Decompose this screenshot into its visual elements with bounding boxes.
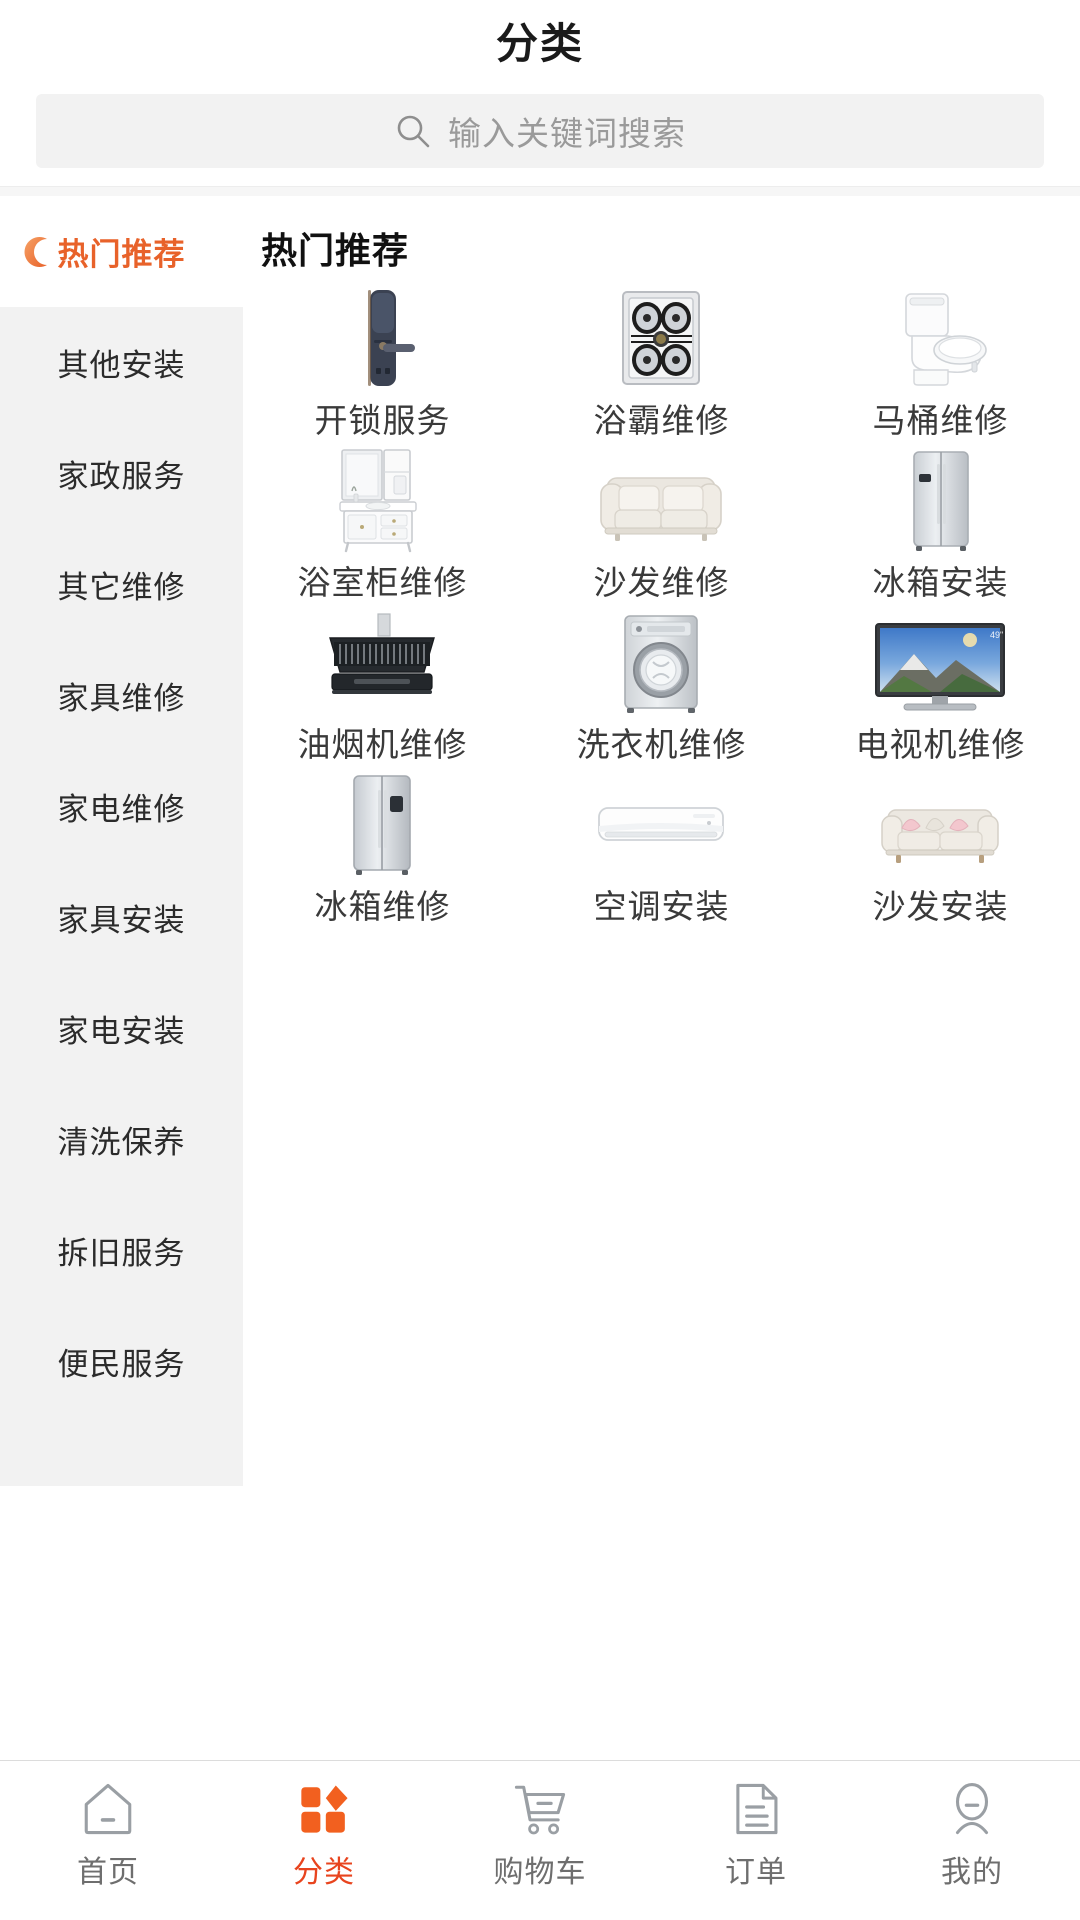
service-cell[interactable]: 冰箱维修: [243, 770, 522, 932]
sidebar-item-label: 清洗保养: [57, 1125, 186, 1160]
sidebar-item-label: 家具维修: [57, 681, 186, 716]
service-label: 浴室柜维修: [297, 564, 468, 601]
sidebar-item-label: 家政服务: [57, 459, 186, 494]
sofa-pillow-icon: [840, 770, 1040, 878]
toilet-icon: [840, 284, 1040, 392]
app-root: 分类 输入关键词搜索 热门推荐 其他安装 家政服务 其它维修 家具维修 家电维修…: [0, 0, 1080, 1920]
washing-machine-icon: [561, 608, 761, 716]
sofa-icon: [561, 446, 761, 554]
crescent-moon-icon: [22, 235, 56, 269]
grid-category-icon: [292, 1777, 356, 1841]
sidebar-item-furniture-repair[interactable]: 家具维修: [0, 640, 243, 751]
tab-label: 购物车: [493, 1856, 587, 1889]
service-cell[interactable]: 沙发安装: [801, 770, 1080, 932]
sidebar-item-appliance-install[interactable]: 家电安装: [0, 973, 243, 1084]
sidebar-item-hot[interactable]: 热门推荐: [0, 196, 243, 307]
sidebar-item-label: 热门推荐: [57, 237, 186, 272]
sidebar-item-label: 家电维修: [57, 792, 186, 827]
service-cell[interactable]: 49" 电视机维修: [801, 608, 1080, 770]
service-label: 冰箱维修: [314, 888, 451, 925]
sidebar-item-appliance-repair[interactable]: 家电维修: [0, 751, 243, 862]
user-profile-icon: [940, 1777, 1004, 1841]
service-label: 沙发维修: [593, 564, 730, 601]
tab-profile[interactable]: 我的: [864, 1761, 1080, 1891]
sidebar-item-label: 家电安装: [57, 1014, 186, 1049]
service-cell[interactable]: 沙发维修: [522, 446, 801, 608]
sidebar-item-dismantle-service[interactable]: 拆旧服务: [0, 1195, 243, 1306]
header-divider: [0, 186, 1080, 196]
sidebar-item-label: 便民服务: [57, 1347, 186, 1382]
search-placeholder-text: 输入关键词搜索: [448, 115, 686, 152]
search-icon: [394, 112, 432, 150]
service-cell[interactable]: 马桶维修: [801, 284, 1080, 446]
service-label: 电视机维修: [855, 726, 1026, 763]
service-cell[interactable]: 浴霸维修: [522, 284, 801, 446]
search-input[interactable]: 输入关键词搜索: [36, 94, 1044, 168]
sidebar-item-furniture-install[interactable]: 家具安装: [0, 862, 243, 973]
service-label: 油烟机维修: [297, 726, 468, 763]
service-cell[interactable]: 冰箱安装: [801, 446, 1080, 608]
tab-home[interactable]: 首页: [0, 1761, 216, 1891]
service-panel: 热门推荐 开锁服务 浴霸维修 马桶维修 浴室柜维修 沙发维修 冰箱安装 油烟机维…: [243, 196, 1080, 1486]
sidebar-item-cleaning-maintenance[interactable]: 清洗保养: [0, 1084, 243, 1195]
service-label: 开锁服务: [314, 402, 451, 439]
tab-label: 订单: [725, 1856, 787, 1889]
service-label: 马桶维修: [872, 402, 1009, 439]
tab-label: 分类: [293, 1856, 355, 1889]
svg-text:49": 49": [990, 630, 1003, 640]
sidebar-item-other-repair[interactable]: 其它维修: [0, 529, 243, 640]
sidebar-item-label: 拆旧服务: [57, 1236, 186, 1271]
category-sidebar[interactable]: 热门推荐 其他安装 家政服务 其它维修 家具维修 家电维修 家具安装 家电安装: [0, 196, 243, 1486]
sidebar-item-housekeeping[interactable]: 家政服务: [0, 418, 243, 529]
tab-orders[interactable]: 订单: [648, 1761, 864, 1891]
refrigerator-icon: [840, 446, 1040, 554]
service-label: 洗衣机维修: [576, 726, 747, 763]
bath-heater-icon: [561, 284, 761, 392]
air-conditioner-icon: [561, 770, 761, 878]
tab-category[interactable]: 分类: [216, 1761, 432, 1891]
page-title: 分类: [495, 19, 584, 67]
order-document-icon: [724, 1777, 788, 1841]
bathroom-cabinet-icon: [282, 446, 482, 554]
sidebar-item-label: 其它维修: [57, 570, 186, 605]
home-icon: [76, 1777, 140, 1841]
tab-label: 我的: [941, 1856, 1003, 1889]
television-icon: 49": [840, 608, 1040, 716]
section-title: 热门推荐: [261, 230, 410, 271]
range-hood-icon: [282, 608, 482, 716]
service-label: 空调安装: [593, 888, 730, 925]
page-header: 分类: [0, 0, 1080, 80]
sidebar-item-label: 其他安装: [57, 348, 186, 383]
tab-label: 首页: [77, 1856, 139, 1889]
service-cell[interactable]: 浴室柜维修: [243, 446, 522, 608]
service-label: 冰箱安装: [872, 564, 1009, 601]
bottom-navigation: 首页 分类 购物车 订单 我的: [0, 1760, 1080, 1920]
sidebar-item-other-install[interactable]: 其他安装: [0, 307, 243, 418]
content-body: 热门推荐 其他安装 家政服务 其它维修 家具维修 家电维修 家具安装 家电安装: [0, 196, 1080, 1486]
refrigerator-icon: [282, 770, 482, 878]
sidebar-item-label: 家具安装: [57, 903, 186, 938]
service-label: 浴霸维修: [593, 402, 730, 439]
service-cell[interactable]: 洗衣机维修: [522, 608, 801, 770]
search-bar-container: 输入关键词搜索: [0, 80, 1080, 186]
service-cell[interactable]: 开锁服务: [243, 284, 522, 446]
bottom-spacer: [0, 1700, 1080, 1760]
service-label: 沙发安装: [872, 888, 1009, 925]
sidebar-item-convenience-service[interactable]: 便民服务: [0, 1306, 243, 1417]
service-grid: 开锁服务 浴霸维修 马桶维修 浴室柜维修 沙发维修 冰箱安装 油烟机维修 洗衣机…: [243, 278, 1080, 932]
tab-cart[interactable]: 购物车: [432, 1761, 648, 1891]
service-cell[interactable]: 空调安装: [522, 770, 801, 932]
shopping-cart-icon: [508, 1777, 572, 1841]
door-lock-icon: [282, 284, 482, 392]
service-cell[interactable]: 油烟机维修: [243, 608, 522, 770]
